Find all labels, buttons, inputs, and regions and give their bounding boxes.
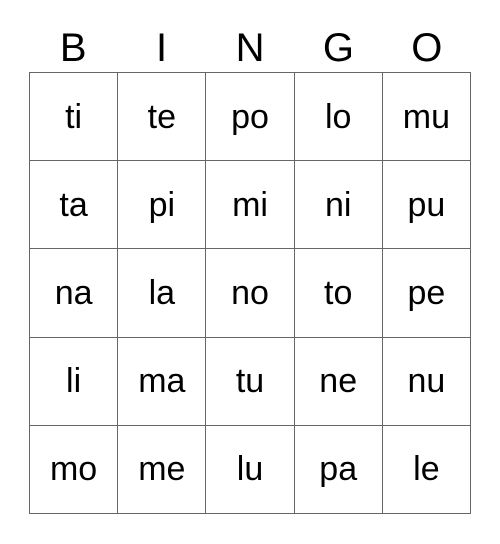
bingo-cell[interactable]: nu [382,337,472,426]
bingo-cell[interactable]: ni [294,161,383,250]
bingo-cell[interactable]: ma [118,337,207,426]
bingo-cell[interactable]: ne [294,337,383,426]
bingo-cell[interactable]: ta [30,161,119,250]
bingo-cell[interactable]: mo [30,425,119,514]
bingo-cell[interactable]: lu [206,425,295,514]
bingo-cell[interactable]: mi [206,161,295,250]
bingo-grid: ti te po lo mu ta pi mi ni pu na la no t… [29,72,472,514]
bingo-cell[interactable]: le [382,425,472,514]
bingo-header-letter-i: I [156,26,168,70]
bingo-cell[interactable]: pu [382,161,472,250]
bingo-cell[interactable]: te [118,73,207,162]
bingo-cell[interactable]: pe [382,249,472,338]
bingo-cell[interactable]: no [206,249,295,338]
bingo-card: B I N G O ti te po lo mu ta pi mi ni pu … [0,0,500,544]
bingo-header-letter-b: B [59,26,87,70]
bingo-cell[interactable]: li [30,337,119,426]
bingo-row: ta pi mi ni pu [30,161,472,250]
bingo-cell[interactable]: tu [206,337,295,426]
bingo-row: na la no to pe [30,249,472,338]
bingo-row: ti te po lo mu [30,73,472,162]
bingo-cell[interactable]: na [30,249,119,338]
bingo-cell[interactable]: mu [382,73,472,162]
bingo-cell[interactable]: pi [118,161,207,250]
bingo-cell[interactable]: ti [30,73,119,162]
bingo-header-letter-g: G [322,26,354,70]
bingo-cell[interactable]: pa [294,425,383,514]
bingo-cell[interactable]: lo [294,73,383,162]
bingo-header-letter-o: O [411,26,443,70]
bingo-cell[interactable]: me [118,425,207,514]
bingo-cell[interactable]: to [294,249,383,338]
bingo-row: li ma tu ne nu [30,337,472,426]
bingo-header-letter-n: N [235,26,265,70]
bingo-header-row: B I N G O [29,24,471,72]
bingo-cell[interactable]: po [206,73,295,162]
bingo-cell[interactable]: la [118,249,207,338]
bingo-row: mo me lu pa le [30,425,472,514]
